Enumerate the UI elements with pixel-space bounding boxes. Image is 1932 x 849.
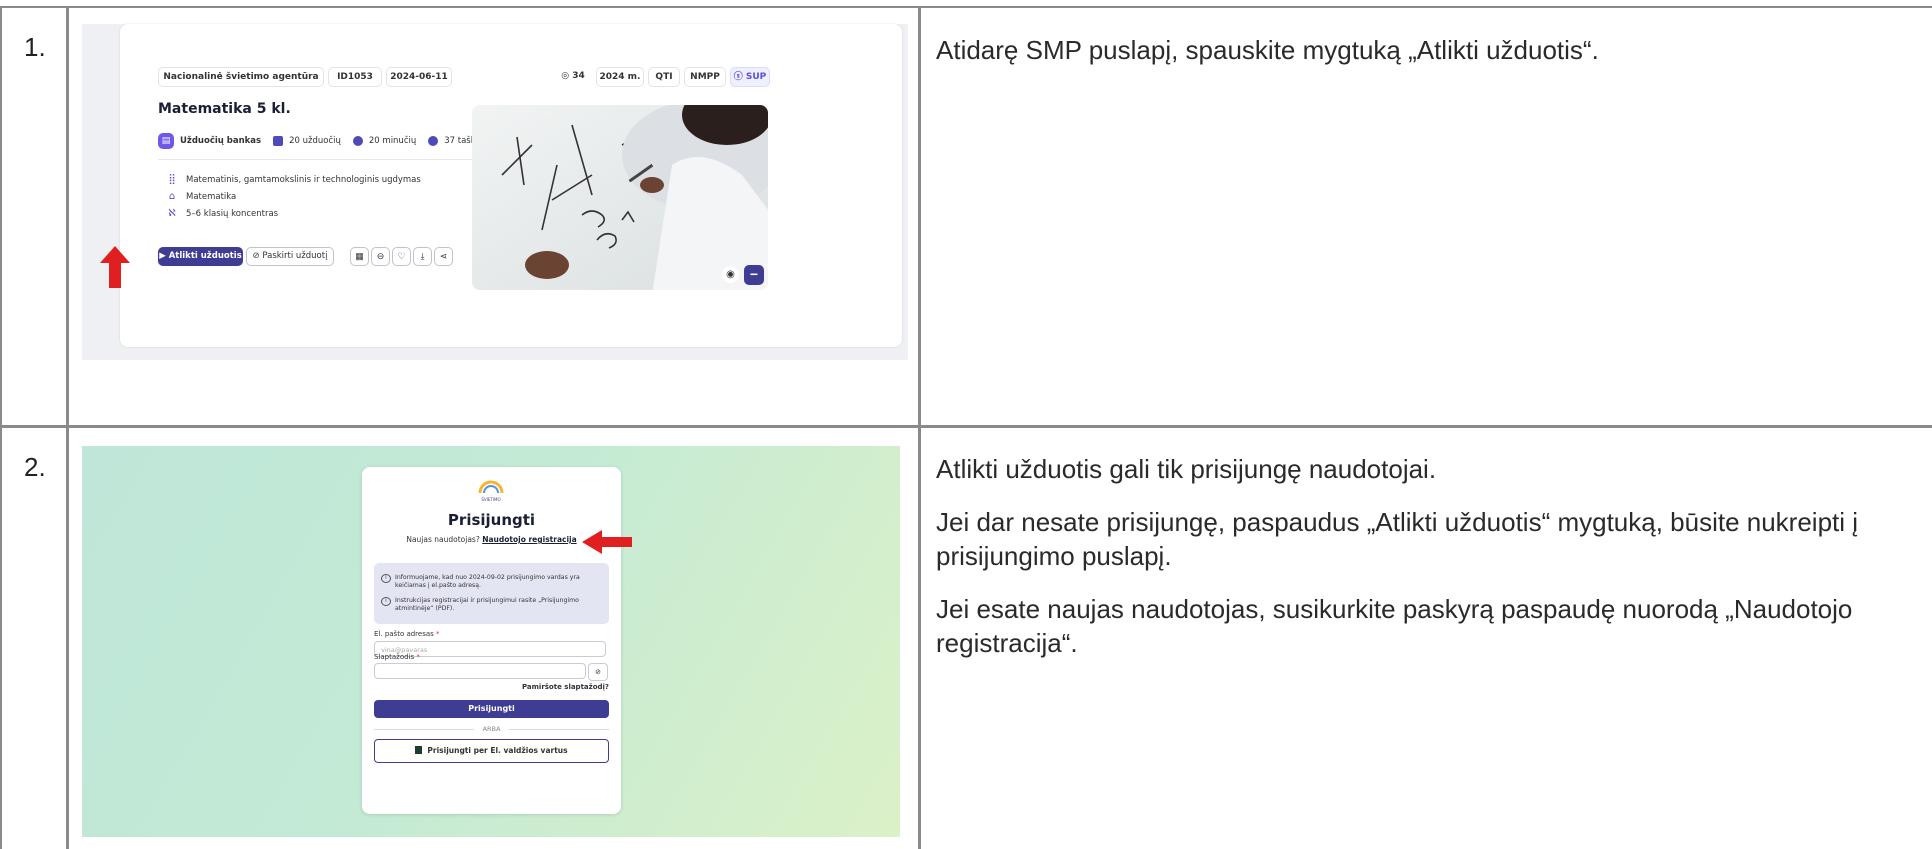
- copy-icon[interactable]: ⊖: [371, 247, 390, 266]
- heart-icon[interactable]: ♡: [392, 247, 411, 266]
- divider: [158, 159, 513, 160]
- category-area: ⣿ Matematinis, gamtamokslinis ir technol…: [166, 174, 421, 185]
- subject-icon: ⌂: [168, 191, 176, 202]
- step-1-description: Atidarę SMP puslapį, spauskite mygtuką „…: [936, 33, 1916, 86]
- eye-icon[interactable]: ◉: [722, 266, 739, 283]
- step-1-text: Atidarę SMP puslapį, spauskite mygtuką „…: [936, 35, 1599, 65]
- category-area-label: Matematinis, gamtamokslinis ir technolog…: [186, 174, 421, 185]
- assign-task-button[interactable]: ⊘ Paskirti užduotį: [246, 247, 334, 266]
- register-link[interactable]: Naudotojo registracija: [482, 535, 576, 544]
- info-icon: i: [381, 597, 391, 606]
- info-line: i Informuojame, kad nuo 2024-09-02 prisi…: [381, 574, 606, 590]
- do-tasks-button[interactable]: ▶ Atlikti užduotis: [158, 247, 243, 266]
- step-2-text-3: Jei esate naujas naudotojas, susikurkite…: [936, 594, 1853, 658]
- gov-login-label: Prisijungti per El. valdžios vartus: [427, 746, 568, 755]
- chip-sup: ⓢ SUP: [730, 67, 770, 87]
- login-button[interactable]: Prisijungti: [374, 700, 609, 718]
- or-divider: ARBA: [374, 724, 609, 734]
- points-icon: [428, 136, 439, 146]
- info-text-2: Instrukcijas registracijai ir prisijungi…: [395, 597, 579, 612]
- chip-id: ID1053: [328, 67, 382, 87]
- whiteboard-photo: [472, 105, 768, 290]
- meta-minutes: 20 minučių: [368, 136, 417, 146]
- email-label: El. pašto adresas *: [374, 630, 440, 638]
- table-col-divider-1: [66, 6, 69, 849]
- meta-bank: Užduočių bankas: [180, 136, 262, 146]
- gov-icon: [415, 746, 423, 754]
- category-subject-label: Matematika: [186, 191, 237, 202]
- or-text: ARBA: [482, 725, 501, 733]
- new-user-text: Naujas naudotojas?: [406, 535, 480, 544]
- table-col-divider-2: [918, 6, 921, 849]
- info-line: i Instrukcijas registracijai ir prisijun…: [381, 597, 606, 613]
- forgot-password-link[interactable]: Pamiršote slaptažodį?: [522, 683, 609, 691]
- chip-agency: Nacionalinė švietimo agentūra: [158, 67, 324, 87]
- portal-logo: ŠVIETIMO: [478, 480, 504, 502]
- users-icon: ℵ: [168, 208, 176, 219]
- category-grades: ℵ 5–6 klasių koncentras: [166, 208, 278, 219]
- minus-icon[interactable]: −: [744, 265, 764, 285]
- svg-text:ŠVIETIMO: ŠVIETIMO: [481, 497, 500, 502]
- row-number: 1.: [24, 32, 46, 62]
- password-label-text: Slaptažodis: [374, 653, 415, 661]
- download-icon[interactable]: ⤓: [413, 247, 432, 266]
- info-text-1: Informuojame, kad nuo 2024-09-02 prisiju…: [395, 574, 580, 589]
- screenshot-resource-card: Nacionalinė švietimo agentūra ID1053 202…: [82, 24, 908, 360]
- step-2-description: Atlikti užduotis gali tik prisijungę nau…: [936, 452, 1926, 679]
- email-label-text: El. pašto adresas: [374, 630, 434, 638]
- resource-title: Matematika 5 kl.: [158, 101, 291, 117]
- chip-year: 2024 m.: [596, 67, 644, 87]
- chip-date: 2024-06-11: [386, 67, 452, 87]
- eye-off-icon[interactable]: ⊘: [588, 663, 608, 681]
- bank-icon: ▤: [158, 133, 174, 149]
- arrow-left-icon: [582, 530, 632, 554]
- row-number: 2.: [24, 452, 46, 482]
- share-icon[interactable]: ⋖: [434, 247, 453, 266]
- chip-views: ◎ 34: [556, 67, 590, 85]
- chip-qti: QTI: [648, 67, 680, 87]
- login-card: ŠVIETIMO Prisijungti Naujas naudotojas? …: [362, 467, 621, 814]
- meta-tasks: 20 užduočių: [289, 136, 341, 146]
- step-2-text-2: Jei dar nesate prisijungę, paspaudus „At…: [936, 507, 1859, 571]
- clock-icon: [352, 136, 363, 146]
- resource-meta: ▤ Užduočių bankas 20 užduočių 20 minučių…: [158, 133, 483, 149]
- table-border-middle: [0, 425, 1932, 428]
- resource-image: ◉ −: [472, 105, 768, 290]
- table-border-left: [0, 6, 2, 849]
- chip-nmpp: NMPP: [684, 67, 726, 87]
- login-title: Prisijungti: [447, 511, 536, 529]
- tasks-icon: [273, 136, 284, 146]
- password-field[interactable]: [374, 663, 586, 679]
- screenshot-login-page: ŠVIETIMO Prisijungti Naujas naudotojas? …: [82, 446, 900, 837]
- area-icon: ⣿: [168, 174, 176, 185]
- gov-login-button[interactable]: Prisijungti per El. valdžios vartus: [374, 739, 609, 763]
- resource-card: Nacionalinė švietimo agentūra ID1053 202…: [120, 24, 902, 347]
- arrow-up-icon: [100, 246, 130, 288]
- category-grades-label: 5–6 klasių koncentras: [186, 208, 279, 219]
- table-border-top: [0, 6, 1932, 8]
- step-2-text-1: Atlikti užduotis gali tik prisijungę nau…: [936, 454, 1437, 484]
- category-subject: ⌂ Matematika: [166, 191, 236, 202]
- info-box: i Informuojame, kad nuo 2024-09-02 prisi…: [374, 563, 609, 624]
- password-label: Slaptažodis *: [374, 653, 420, 661]
- calendar-icon[interactable]: ▦: [350, 247, 369, 266]
- info-icon: i: [381, 574, 391, 583]
